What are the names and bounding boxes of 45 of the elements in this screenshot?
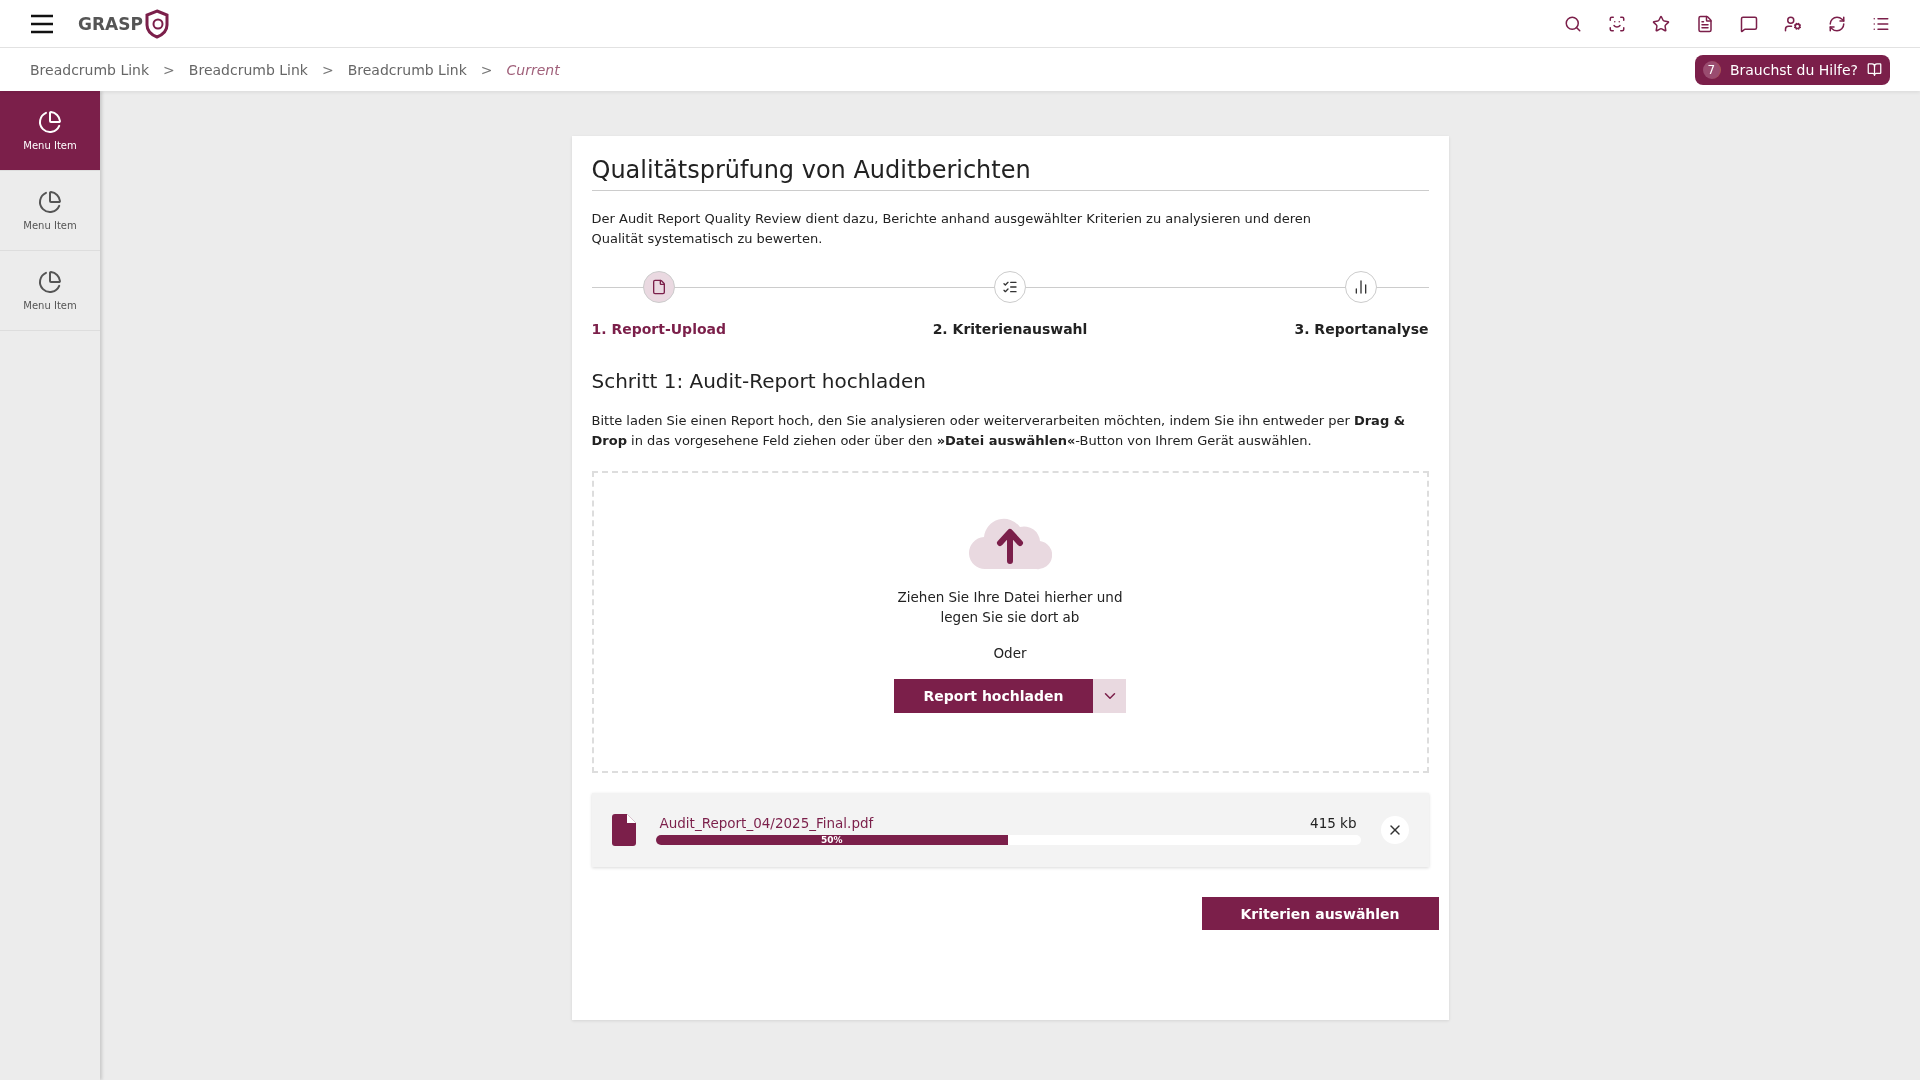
section-title: Schritt 1: Audit-Report hochladen	[591, 369, 927, 393]
chat-icon[interactable]	[1740, 14, 1758, 33]
sidebar-item[interactable]: Menu Item	[0, 251, 100, 331]
sidebar-item[interactable]: Menu Item	[0, 91, 100, 171]
sidebar-item[interactable]: Menu Item	[0, 171, 100, 251]
help-book-icon	[1867, 62, 1882, 77]
breadcrumb-separator: >	[480, 61, 493, 78]
file-name-link[interactable]: Audit_Report_04/2025_Final.pdf	[659, 815, 874, 831]
step-circle[interactable]	[1345, 271, 1378, 303]
user-settings-icon[interactable]	[1784, 14, 1802, 33]
refresh-icon[interactable]	[1828, 14, 1846, 33]
breadcrumb-link[interactable]: Breadcrumb Link	[30, 61, 150, 78]
intro-text: Der Audit Report Quality Review dient dazu, Berichte anhand ausgewählter Kriterien zu analysieren und deren Qualität systematisch zu bewerten.	[591, 210, 1312, 248]
breadcrumb-separator: >	[163, 61, 175, 78]
page-title: Qualitätsprüfung von Auditberichten	[591, 156, 1429, 191]
file-icon	[611, 814, 636, 846]
face-scan-icon[interactable]	[1608, 14, 1626, 33]
search-icon[interactable]	[1564, 14, 1582, 33]
logo-text: GRASP	[78, 13, 143, 34]
breadcrumb-current[interactable]: Current	[506, 61, 560, 78]
star-icon[interactable]	[1652, 14, 1670, 33]
menu-icon[interactable]	[30, 13, 54, 34]
step-label[interactable]: 3. Reportanalyse	[1294, 321, 1429, 337]
or-text: Oder	[993, 645, 1027, 661]
breadcrumb-link[interactable]: Breadcrumb Link	[188, 61, 308, 78]
dropzone[interactable]: Ziehen Sie Ihre Datei hierher und legen Sie sie dort ab Oder Report hochladen	[591, 471, 1429, 773]
step-circle[interactable]	[642, 271, 675, 303]
close-button[interactable]	[1380, 816, 1409, 844]
shield-logo-icon	[144, 8, 169, 39]
progress-percent: 50%	[820, 835, 843, 845]
step-label[interactable]: 2. Kriterienauswahl	[932, 321, 1088, 337]
breadcrumb-separator: >	[321, 61, 334, 78]
document-icon[interactable]	[1696, 14, 1714, 33]
help-button[interactable]: 7 Brauchst du Hilfe?	[1694, 54, 1890, 85]
pie-chart-icon	[38, 270, 62, 294]
step-label[interactable]: 1. Report-Upload	[591, 321, 727, 337]
file-size: 415 kb	[1310, 815, 1357, 831]
breadcrumb-link[interactable]: Breadcrumb Link	[347, 61, 467, 78]
dropzone-text: Ziehen Sie Ihre Datei hierher und legen Sie sie dort ab	[896, 588, 1124, 627]
step-circle[interactable]	[994, 271, 1026, 303]
pie-chart-icon	[38, 110, 62, 134]
upload-button[interactable]: Report hochladen	[893, 679, 1094, 713]
next-button[interactable]: Kriterien auswählen	[1201, 897, 1439, 930]
pie-chart-icon	[38, 190, 62, 214]
instructions-text: Bitte laden Sie einen Report hoch, den Sie analysieren oder weiterverarbeiten möchten, indem Sie ihn entweder per Drag & Drop in das vorgesehene Feld ziehen oder über den »Datei auswählen«-Button von Ihrem Gerät auswählen.	[591, 412, 1407, 450]
